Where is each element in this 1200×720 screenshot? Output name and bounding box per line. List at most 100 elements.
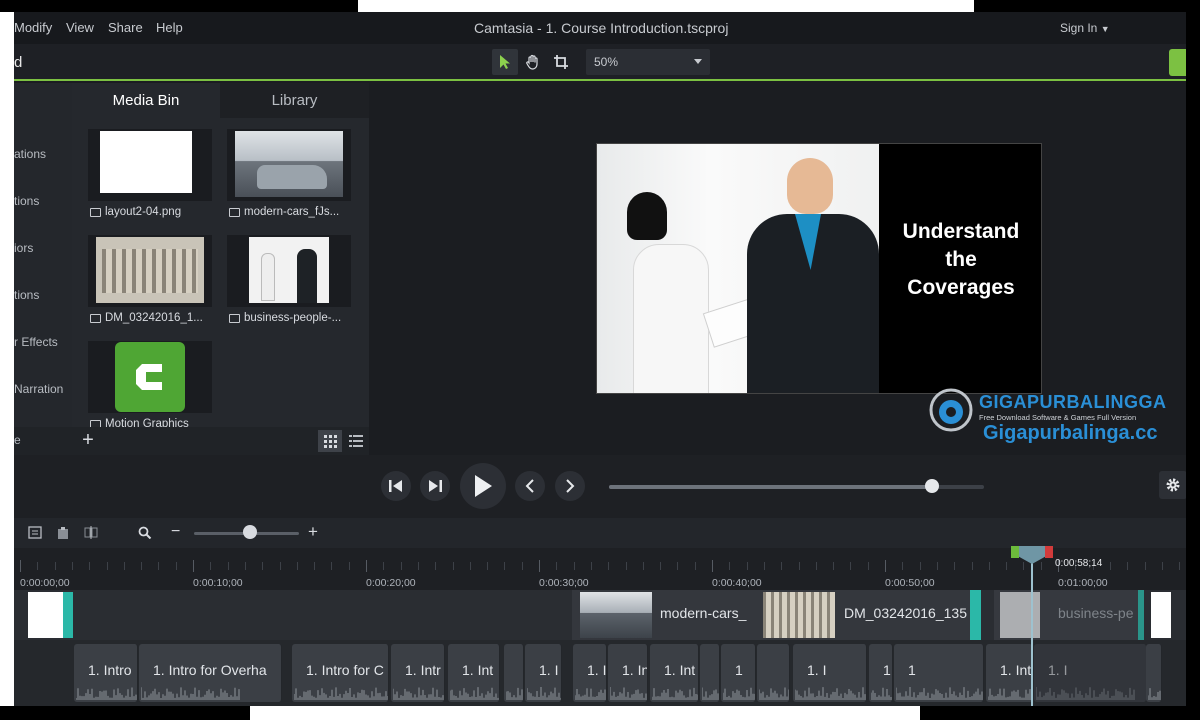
tab-library[interactable]: Library: [220, 83, 369, 118]
ruler-tick: [1127, 562, 1129, 570]
audio-clip[interactable]: 1. Intro for Ove: [1146, 644, 1162, 702]
waveform: [450, 687, 499, 700]
video-clip-business[interactable]: business-pe: [994, 590, 1144, 640]
audio-clip[interactable]: 1. In: [608, 644, 648, 702]
split-icon[interactable]: [84, 526, 98, 539]
ruler-tick: [487, 562, 489, 570]
media-item[interactable]: DM_03242016_1...: [88, 235, 212, 329]
next-marker-button[interactable]: [555, 471, 585, 501]
media-caption: business-people-...: [229, 312, 351, 324]
media-thumbnail: [88, 129, 212, 201]
player-controls: [14, 455, 1186, 518]
audio-clip[interactable]: 1. Intro for C: [292, 644, 389, 702]
search-icon[interactable]: [138, 526, 152, 539]
audio-clip[interactable]: 1. Intro for Overha: [139, 644, 282, 702]
media-item[interactable]: Motion Graphics: [88, 341, 212, 427]
media-item[interactable]: layout2-04.png: [88, 129, 212, 223]
video-clip-white[interactable]: [28, 592, 73, 638]
audio-clip[interactable]: 1: [894, 644, 984, 702]
ruler-tick: [573, 562, 575, 570]
sidebar-item-annotations[interactable]: ations: [14, 147, 46, 161]
audio-clip[interactable]: 1. Int: [650, 644, 699, 702]
clip-transition[interactable]: [1138, 590, 1144, 640]
media-name: layout2-04.png: [105, 206, 182, 218]
audio-clip[interactable]: 1. Intr: [391, 644, 445, 702]
slide-preview[interactable]: Understand the Coverages: [596, 143, 1042, 394]
zoom-select[interactable]: 50%: [586, 49, 710, 75]
audio-clip[interactable]: 1. I: [525, 644, 562, 702]
person-woman: [261, 253, 275, 301]
menu-view[interactable]: View: [66, 20, 94, 35]
crop-tool-button[interactable]: [548, 49, 574, 75]
sidebar-item-cursor-effects[interactable]: r Effects: [14, 335, 58, 349]
media-thumbnail: [227, 129, 351, 201]
zoom-in-button[interactable]: +: [308, 522, 318, 542]
zoom-out-button[interactable]: −: [171, 523, 180, 541]
ruler-tick: [746, 562, 748, 570]
pan-tool-button[interactable]: [520, 49, 546, 75]
paste-icon[interactable]: [56, 526, 70, 539]
menu-share[interactable]: Share: [108, 20, 143, 35]
settings-button[interactable]: [1159, 471, 1186, 499]
sidebar-item-voice-narration[interactable]: Narration: [14, 382, 63, 396]
watermark: GIGAPURBALINGGA Free Download Software &…: [925, 384, 1185, 454]
playhead-time: 0:00:58;14: [1055, 558, 1103, 569]
audio-clip[interactable]: 1. Int: [448, 644, 500, 702]
ruler-tick: [504, 562, 506, 570]
step-forward-button[interactable]: [420, 471, 450, 501]
chevron-down-icon: ▼: [1100, 24, 1110, 34]
audio-clip[interactable]: 1. Intro: [74, 644, 138, 702]
list-view-button[interactable]: [344, 430, 368, 452]
sidebar-item-transitions[interactable]: tions: [14, 194, 39, 208]
audio-clip[interactable]: 1. Intro fc: [869, 644, 893, 702]
share-button[interactable]: [1169, 49, 1186, 76]
building-columns: [102, 249, 198, 293]
ruler-tick: [469, 562, 471, 570]
audio-clip-label: 1. Intro fc: [883, 662, 892, 678]
audio-clip[interactable]: [757, 644, 790, 702]
audio-clip[interactable]: 1. I: [1034, 644, 1147, 702]
media-item[interactable]: business-people-...: [227, 235, 351, 329]
menu-help[interactable]: Help: [156, 20, 183, 35]
waveform: [575, 688, 606, 700]
add-media-button[interactable]: +: [78, 430, 98, 451]
media-item[interactable]: modern-cars_fJs...: [227, 129, 351, 223]
audio-clip[interactable]: [504, 644, 524, 702]
audio-clip[interactable]: 1. I: [793, 644, 867, 702]
menu-modify[interactable]: Modify: [14, 20, 52, 35]
media-caption: modern-cars_fJs...: [229, 206, 351, 218]
clip-transition[interactable]: [970, 590, 981, 640]
sidebar-more[interactable]: e: [14, 427, 72, 455]
video-clip-cars[interactable]: modern-cars_ DM_03242016_135: [572, 590, 981, 640]
audio-clip-label: 1. I: [1048, 662, 1068, 678]
selection-end-marker[interactable]: [1045, 546, 1053, 558]
audio-clip[interactable]: 1. Intro for: [986, 644, 1033, 702]
sign-in-menu[interactable]: Sign In ▼: [1060, 21, 1110, 35]
media-caption: DM_03242016_1...: [90, 312, 212, 324]
sidebar-item-animations[interactable]: tions: [14, 288, 39, 302]
selection-start-marker[interactable]: [1011, 546, 1019, 558]
tab-media-bin[interactable]: Media Bin: [72, 83, 220, 118]
previous-marker-button[interactable]: [515, 471, 545, 501]
track-icon[interactable]: [28, 526, 42, 539]
scrubber-handle[interactable]: [925, 479, 939, 493]
grid-view-button[interactable]: [318, 430, 342, 452]
pointer-icon: [500, 55, 510, 69]
watermark-url: Gigapurbalinga.cc: [983, 422, 1158, 444]
video-clip-end[interactable]: [1151, 592, 1171, 638]
audio-clip[interactable]: 1: [721, 644, 756, 702]
audio-clip[interactable]: [700, 644, 720, 702]
step-back-button[interactable]: [381, 471, 411, 501]
media-bin-footer: +: [72, 427, 369, 455]
ruler-tick: [20, 560, 21, 572]
ruler-tick: [1161, 562, 1163, 570]
ruler-tick: [590, 562, 592, 570]
ruler-label: 0:00:30;00: [539, 577, 589, 589]
play-button[interactable]: [460, 463, 506, 509]
ruler-tick: [521, 562, 523, 570]
sidebar-item-behaviors[interactable]: iors: [14, 241, 33, 255]
timeline-zoom-handle[interactable]: [243, 525, 257, 539]
audio-clip-label: 1. I: [807, 662, 827, 678]
select-tool-button[interactable]: [492, 49, 518, 75]
audio-clip[interactable]: 1. I: [573, 644, 607, 702]
